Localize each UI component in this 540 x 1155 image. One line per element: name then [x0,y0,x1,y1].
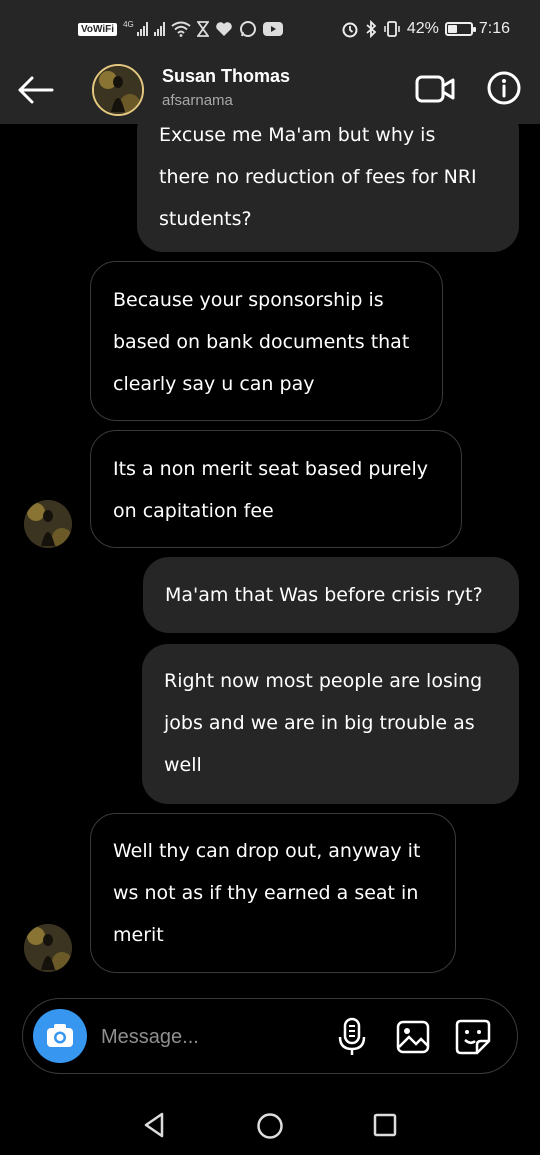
message-bubble-incoming[interactable]: Well thy can drop out, anyway it ws not … [90,813,456,973]
status-bar: VoWiFi 4G 42% 7:16 [0,0,540,60]
nav-home-icon[interactable] [256,1112,284,1140]
message-line: there no reduction of fees for NRI [159,166,477,188]
message-line: Well thy can drop out, anyway it [113,840,421,862]
avatar-image [24,500,72,548]
message-line: Right now most people are losing [164,670,483,692]
message-input[interactable] [101,1021,321,1053]
microphone-icon[interactable] [337,1017,367,1057]
sender-avatar[interactable] [24,924,72,972]
info-icon[interactable] [486,70,522,106]
message-bubble-outgoing[interactable]: Ma'am that Was before crisis ryt? [143,557,519,633]
vowifi-badge: VoWiFi [78,22,118,36]
whatsapp-icon [239,21,256,37]
back-arrow-icon[interactable] [14,70,58,110]
message-line: Excuse me Ma'am but why is [159,124,436,146]
avatar-image [24,924,72,972]
status-right: 42% 7:16 [341,20,510,38]
message-composer [22,998,518,1074]
battery-icon [444,22,476,36]
nav-recents-icon[interactable] [373,1113,397,1137]
contact-username[interactable]: afsarnama [162,92,233,109]
message-bubble-incoming[interactable]: Because your sponsorship is based on ban… [90,261,443,421]
video-call-icon[interactable] [414,72,456,106]
contact-avatar[interactable] [92,64,144,116]
hourglass-icon [196,21,209,37]
message-list[interactable]: Excuse me Ma'am but why is there no redu… [0,124,540,994]
message-line: Its a non merit seat based purely [113,458,429,480]
vibrate-icon [384,21,400,37]
alarm-icon [342,22,358,38]
nav-back-icon[interactable] [140,1110,170,1140]
message-line: Ma'am that Was before crisis ryt? [165,584,483,606]
status-left: VoWiFi 4G [78,20,283,38]
heart-icon [215,22,232,36]
message-line: based on bank documents that [113,331,410,353]
contact-name[interactable]: Susan Thomas [162,66,290,87]
message-line: well [164,754,202,776]
wifi-icon [171,21,191,37]
message-bubble-outgoing[interactable]: Excuse me Ma'am but why is there no redu… [137,124,519,252]
message-line: Because your sponsorship is [113,289,384,311]
message-line: on capitation fee [113,500,274,522]
message-bubble-outgoing[interactable]: Right now most people are losing jobs an… [142,644,519,804]
network-tag: 4G [123,20,134,29]
message-line: students? [159,208,252,230]
battery-fill [447,25,457,33]
signal-2-icon [153,22,165,36]
system-nav-bar [0,1090,540,1155]
chat-header: Susan Thomas afsarnama [0,60,540,124]
message-line: jobs and we are in big trouble as [164,712,475,734]
message-line: clearly say u can pay [113,373,315,395]
message-line: ws not as if thy earned a seat in [113,882,419,904]
message-line: merit [113,924,164,946]
message-bubble-incoming[interactable]: Its a non merit seat based purely on cap… [90,430,462,548]
youtube-icon [262,22,283,36]
avatar-image [94,66,142,114]
sticker-icon[interactable] [453,1017,493,1057]
camera-icon [47,1024,73,1047]
battery-percent: 42% [406,20,439,37]
bluetooth-icon [366,20,377,38]
camera-button[interactable] [33,1009,87,1063]
sender-avatar[interactable] [24,500,72,548]
clock: 7:16 [478,20,510,37]
signal-icon [136,22,148,36]
gallery-icon[interactable] [395,1019,431,1055]
